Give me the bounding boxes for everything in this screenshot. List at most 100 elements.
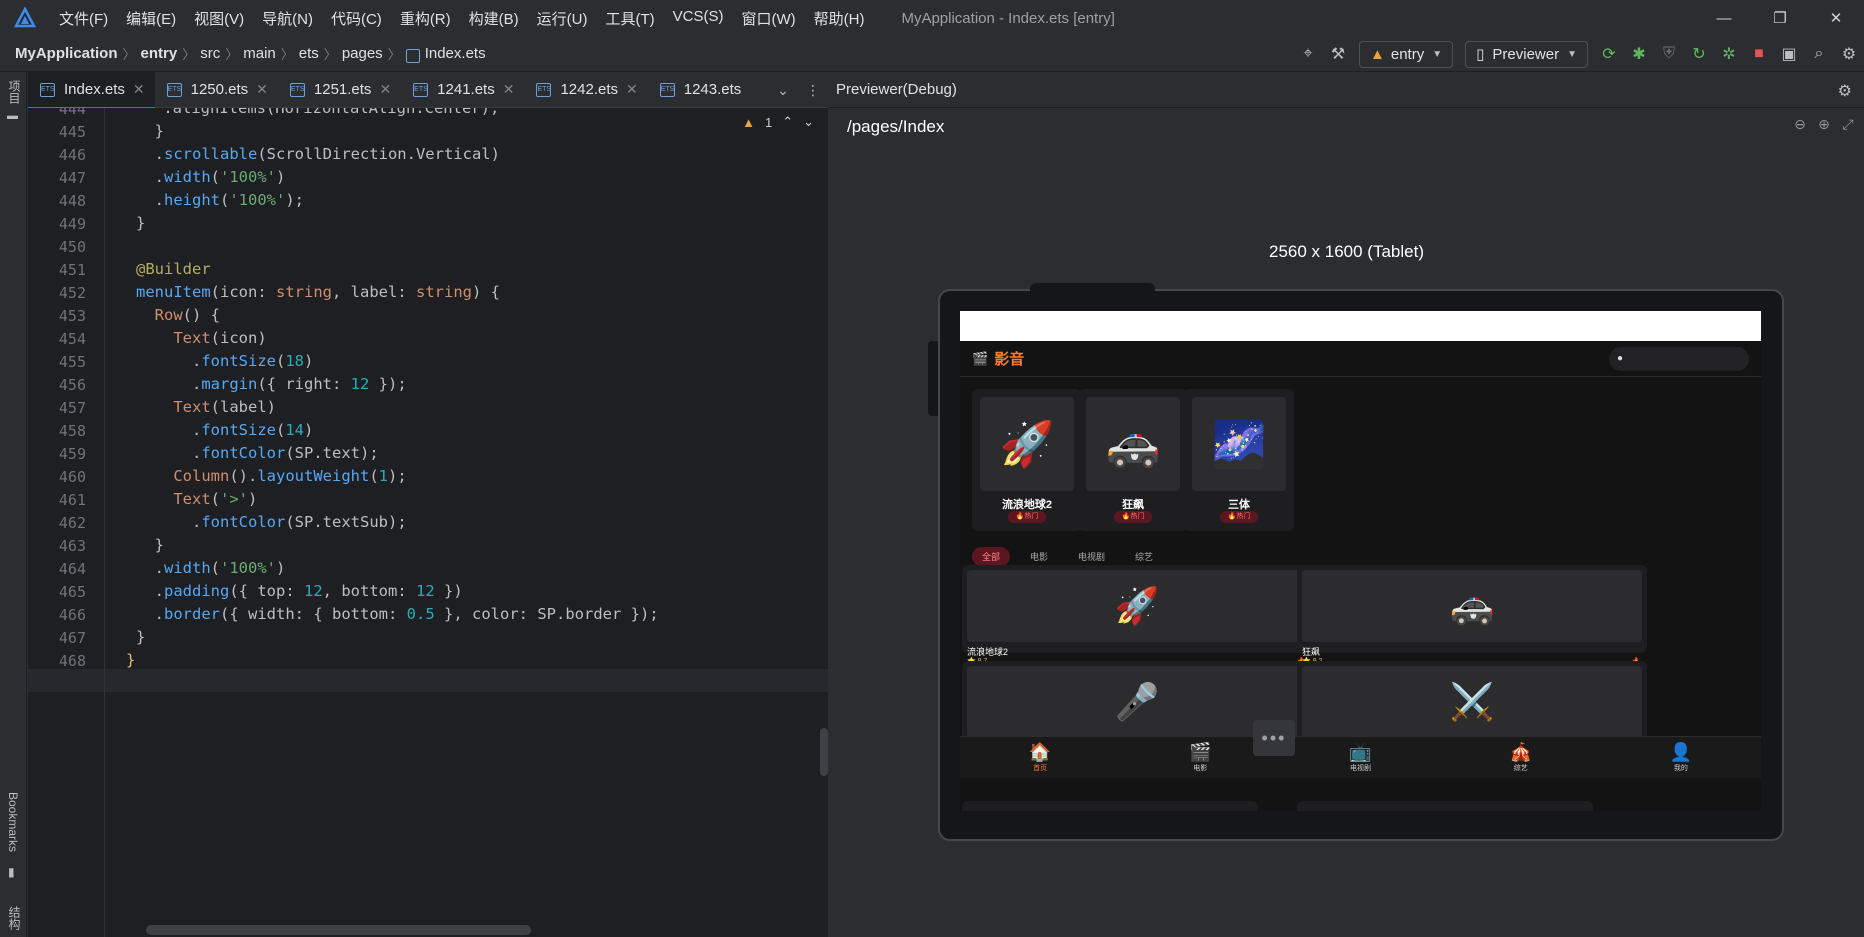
menu-build[interactable]: 构建(B) — [460, 8, 528, 29]
breadcrumb-src[interactable]: src — [200, 45, 220, 62]
media-card[interactable]: 🚓 狂飙 ⭐ 9.2 🔥 — [1297, 565, 1647, 666]
tab-profile[interactable]: 👤 我的 — [1601, 737, 1761, 778]
hot-item[interactable]: 🚓 狂飙 🔥热门 — [1078, 389, 1188, 531]
category-variety[interactable]: 综艺 — [1125, 547, 1163, 566]
hot-tag-label: 热门 — [1130, 513, 1145, 520]
breadcrumb-project[interactable]: MyApplication — [15, 45, 118, 62]
attach-debugger-icon[interactable]: ⛨ — [1654, 39, 1684, 69]
menu-code[interactable]: 代码(C) — [322, 8, 391, 29]
zoom-in-icon[interactable]: ⊕ — [1814, 116, 1834, 133]
inspection-widget[interactable]: ▲ 1 ⌃ ⌄ — [742, 114, 814, 130]
more-options-button[interactable]: ••• — [1253, 720, 1295, 756]
tab-1241-ets[interactable]: ETS 1241.ets ✕ — [401, 72, 524, 108]
menu-window[interactable]: 窗口(W) — [732, 8, 804, 29]
gear-icon[interactable]: ⚙ — [1838, 81, 1852, 101]
close-tab-icon[interactable]: ✕ — [626, 81, 638, 98]
clapperboard-icon: 🎬 — [1189, 741, 1212, 762]
close-window-icon[interactable]: ✕ — [1808, 0, 1864, 36]
rerun-icon[interactable]: ⟳ — [1594, 39, 1624, 69]
galaxy-icon: 🌌 — [1192, 397, 1286, 491]
category-tv[interactable]: 电视剧 — [1068, 547, 1115, 566]
menu-view[interactable]: 视图(V) — [185, 8, 253, 29]
menu-run[interactable]: 运行(U) — [528, 8, 597, 29]
line-number: 461 — [58, 491, 86, 509]
chevron-up-icon[interactable]: ⌃ — [782, 114, 793, 130]
category-tabs: 全部 电影 电视剧 综艺 — [972, 547, 1163, 566]
tab-1251-ets[interactable]: ETS 1251.ets ✕ — [278, 72, 401, 108]
media-card[interactable]: 🚀 流浪地球2 ⭐ 8.7 🔥 — [962, 565, 1312, 666]
search-icon[interactable]: ⌕ — [1804, 39, 1834, 69]
profiler-icon[interactable]: ✲ — [1714, 39, 1744, 69]
search-box[interactable]: ● — [1609, 347, 1749, 371]
ets-file-icon: ETS — [289, 82, 305, 97]
breadcrumb-ets[interactable]: ets — [299, 45, 319, 62]
menu-help[interactable]: 帮助(H) — [805, 8, 874, 29]
bookmark-icon[interactable]: ▮ — [8, 865, 15, 879]
chevron-down-icon[interactable]: ⌄ — [803, 114, 814, 130]
tab-tv[interactable]: 📺 电视剧 — [1280, 737, 1440, 778]
restore-icon[interactable]: ❐ — [1752, 0, 1808, 36]
menu-tools[interactable]: 工具(T) — [596, 8, 663, 29]
fit-screen-icon[interactable]: ⤢ — [1838, 116, 1858, 133]
more-vertical-icon[interactable]: ⋮ — [798, 82, 828, 99]
tab-1242-ets[interactable]: ETS 1242.ets ✕ — [524, 72, 647, 108]
hot-tag-label: 热门 — [1236, 513, 1251, 520]
tab-index-ets[interactable]: ETS Index.ets ✕ — [28, 71, 155, 109]
module-selector[interactable]: ▲ entry ▼ — [1359, 40, 1454, 68]
close-tab-icon[interactable]: ✕ — [503, 81, 515, 98]
code-line: menuItem(icon: string, label: string) { — [136, 283, 501, 301]
breadcrumb-module[interactable]: entry — [141, 45, 178, 62]
bottom-tab-bar: 🏠 首页 🎬 电影 📺 电视剧 🎪 综艺 👤 我的 — [960, 736, 1761, 778]
folder-icon[interactable]: ▬ — [7, 110, 18, 122]
hot-item[interactable]: 🌌 三体 🔥热门 — [1184, 389, 1294, 531]
line-number: 445 — [58, 123, 86, 141]
page-path: /pages/Index — [847, 116, 945, 136]
category-movie[interactable]: 电影 — [1020, 547, 1058, 566]
breadcrumb-file[interactable]: Index.ets — [425, 45, 486, 62]
locate-icon[interactable]: ⌖ — [1293, 39, 1323, 69]
minimize-icon[interactable]: — — [1696, 0, 1752, 36]
category-all[interactable]: 全部 — [972, 547, 1011, 566]
app-logo-icon — [14, 7, 36, 28]
warning-count: 1 — [764, 114, 773, 130]
chevron-right-icon: 〉 — [387, 47, 401, 62]
module-label: entry — [1390, 45, 1425, 63]
tab-variety[interactable]: 🎪 综艺 — [1441, 737, 1601, 778]
vertical-scrollbar[interactable] — [820, 728, 828, 776]
breadcrumb: MyApplication 〉 entry 〉 src 〉 main 〉 ets 〉 pa… — [15, 44, 486, 63]
stop-icon[interactable]: ■ — [1744, 39, 1774, 69]
device-manager-icon[interactable]: ▣ — [1774, 39, 1804, 69]
settings-icon[interactable]: ⚙ — [1834, 39, 1864, 69]
close-tab-icon[interactable]: ✕ — [256, 81, 268, 98]
tab-label: 1250.ets — [190, 81, 249, 98]
breadcrumb-pages[interactable]: pages — [342, 45, 383, 62]
chevron-down-icon[interactable]: ⌄ — [768, 82, 798, 99]
structure-tool-button[interactable]: 结构 — [6, 906, 23, 930]
menu-file[interactable]: 文件(F) — [50, 8, 117, 29]
debug-icon[interactable]: ✱ — [1624, 39, 1654, 69]
code-line: } — [136, 214, 146, 232]
bookmarks-tool-button[interactable]: Bookmarks — [6, 792, 20, 852]
hot-item[interactable]: 🚀 流浪地球2 🔥热门 — [972, 389, 1082, 531]
run-config-selector[interactable]: ▯ Previewer ▼ — [1465, 40, 1588, 68]
menu-refactor[interactable]: 重构(R) — [391, 8, 460, 29]
tab-1250-ets[interactable]: ETS 1250.ets ✕ — [155, 72, 278, 108]
menu-edit[interactable]: 编辑(E) — [117, 8, 185, 29]
project-tool-button[interactable]: 项目 — [6, 80, 23, 104]
close-tab-icon[interactable]: ✕ — [133, 81, 145, 98]
breadcrumb-main[interactable]: main — [243, 45, 276, 62]
horizontal-scrollbar[interactable] — [146, 925, 531, 935]
line-number: 455 — [58, 353, 86, 371]
menu-vcs[interactable]: VCS(S) — [664, 8, 733, 29]
hammer-icon[interactable]: ⚒ — [1323, 39, 1353, 69]
hot-item-name: 流浪地球2 — [1001, 499, 1053, 511]
tab-home[interactable]: 🏠 首页 — [960, 737, 1120, 778]
close-tab-icon[interactable]: ✕ — [379, 81, 391, 98]
restart-icon[interactable]: ↻ — [1684, 39, 1714, 69]
tab-1243-ets[interactable]: ETS 1243.ets — [648, 72, 741, 108]
code-area[interactable]: ▲ 1 ⌃ ⌄ 444 445 446 447 448 449 450 451 … — [28, 108, 828, 937]
menu-navigate[interactable]: 导航(N) — [253, 8, 322, 29]
zoom-out-icon[interactable]: ⊖ — [1790, 116, 1810, 133]
circus-tent-icon: 🎪 — [1509, 741, 1532, 762]
tablet-screen[interactable]: 🎬 影音 ● 🚀 流浪地球2 🔥热门 🚓 狂飙 🔥热门 🌌 三体 🔥热门 全部 … — [960, 311, 1761, 811]
